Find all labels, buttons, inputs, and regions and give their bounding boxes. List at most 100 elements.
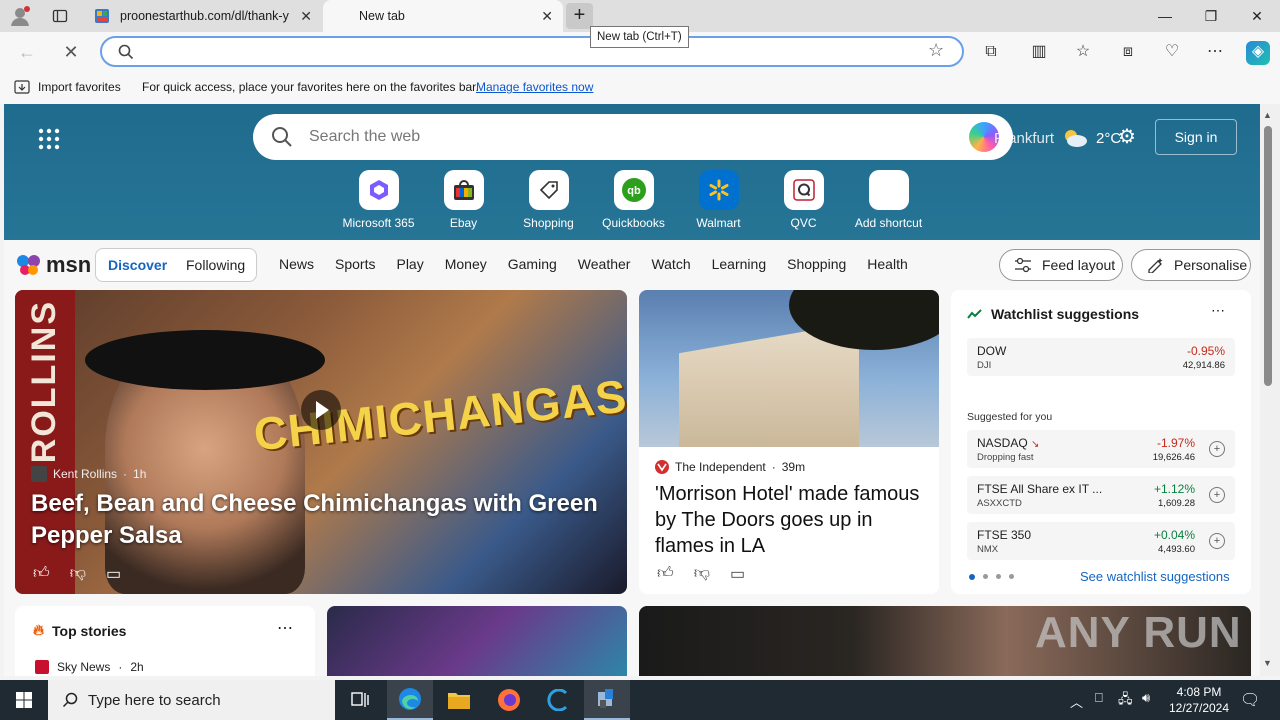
comment-icon[interactable]: ▭	[106, 564, 121, 584]
watchlist-row[interactable]: NASDAQ ↘ Dropping fast -1.97% 19,626.46 …	[967, 430, 1235, 468]
carousel-dot[interactable]	[983, 574, 988, 579]
shortcut-label: Walmart	[696, 216, 741, 230]
back-arrow-icon[interactable]: ←	[16, 41, 38, 63]
like-icon[interactable]: 👍︎	[657, 564, 674, 584]
file-explorer-icon[interactable]	[436, 680, 482, 720]
collections-icon[interactable]: ⧈	[1117, 41, 1139, 63]
taskbar-clock[interactable]: 4:08 PM 12/27/2024	[1164, 684, 1234, 716]
nav-news[interactable]: News	[279, 256, 314, 272]
tab-new-tab[interactable]: New tab ✕	[323, 0, 563, 32]
hero-headline[interactable]: Beef, Bean and Cheese Chimichangas with …	[31, 488, 611, 552]
discover-tab[interactable]: Discover	[108, 257, 167, 273]
import-favorites-button[interactable]: Import favorites	[14, 80, 121, 94]
shortcut-shopping[interactable]: Shopping	[506, 170, 591, 230]
favorite-star-icon[interactable]: ☆	[928, 40, 944, 61]
tab-actions-icon[interactable]	[52, 8, 68, 24]
edge-taskbar-icon[interactable]	[387, 680, 433, 720]
nav-money[interactable]: Money	[445, 256, 487, 272]
shortcut-quickbooks[interactable]: qb Quickbooks	[591, 170, 676, 230]
close-tab-icon[interactable]: ✕	[300, 8, 312, 25]
apps-launcher-icon[interactable]	[38, 128, 60, 150]
see-watchlist-link[interactable]: See watchlist suggestions	[1080, 569, 1230, 584]
more-options-icon[interactable]: ⋯	[277, 618, 293, 638]
installer-taskbar-icon[interactable]	[584, 680, 630, 720]
weather-widget[interactable]: Frankfurt 2°C	[994, 128, 1121, 148]
dislike-icon[interactable]: 👎︎	[694, 564, 710, 584]
carousel-dot[interactable]	[996, 574, 1001, 579]
top-stories-card: 🔥︎ Top stories ⋯ Sky News · 2h	[15, 606, 315, 676]
network-icon[interactable]: 🖧︎	[1118, 690, 1133, 720]
shortcut-ebay[interactable]: Ebay	[421, 170, 506, 230]
story-headline[interactable]: 'Morrison Hotel' made famous by The Door…	[655, 481, 925, 559]
watchlist-row[interactable]: DOW DJI -0.95% 42,914.86	[967, 338, 1235, 376]
copilot-icon[interactable]: ◈	[1246, 41, 1270, 65]
carousel-dot[interactable]	[1009, 574, 1014, 579]
nav-play[interactable]: Play	[396, 256, 423, 272]
device-icon[interactable]: ⎕	[1095, 690, 1103, 720]
shortcut-walmart[interactable]: Walmart	[676, 170, 761, 230]
story-card[interactable]: The Independent · 39m 'Morrison Hotel' m…	[639, 290, 939, 594]
nav-gaming[interactable]: Gaming	[508, 256, 557, 272]
watchlist-row[interactable]: FTSE 350 NMX +0.04% 4,493.60 +	[967, 522, 1235, 560]
nav-sports[interactable]: Sports	[335, 256, 375, 272]
new-tab-button[interactable]: +	[566, 3, 593, 29]
add-to-watchlist-icon[interactable]: +	[1209, 533, 1225, 549]
close-tab-icon[interactable]: ✕	[541, 8, 553, 25]
shortcut-qvc[interactable]: QVC	[761, 170, 846, 230]
volume-icon[interactable]: 🔊︎	[1142, 690, 1150, 720]
show-hidden-icons-icon[interactable]: ︿	[1070, 692, 1083, 720]
following-tab[interactable]: Following	[186, 257, 245, 273]
browser-essentials-icon[interactable]: ♡	[1161, 41, 1183, 63]
minimize-icon[interactable]: —	[1142, 0, 1188, 32]
comment-icon[interactable]: ▭	[730, 564, 745, 584]
hero-story-card[interactable]: ROLLINS CHIMICHANGAS Kent Rollins · 1h B…	[15, 290, 627, 594]
nav-shopping[interactable]: Shopping	[787, 256, 846, 272]
profile-avatar-icon[interactable]	[10, 6, 32, 26]
add-shortcut-button[interactable]: + Add shortcut	[846, 170, 931, 230]
more-options-icon[interactable]: ⋯	[1211, 302, 1225, 319]
app-taskbar-icon[interactable]	[535, 680, 581, 720]
task-view-icon[interactable]	[337, 680, 383, 720]
page-scrollbar[interactable]: ▲ ▼	[1260, 104, 1280, 676]
nav-weather[interactable]: Weather	[578, 256, 631, 272]
page-settings-gear-icon[interactable]: ⚙	[1116, 126, 1138, 148]
favorites-bar-message: For quick access, place your favorites h…	[142, 80, 479, 94]
dislike-icon[interactable]: 👎︎	[70, 564, 86, 584]
personalise-button[interactable]: Personalise	[1131, 249, 1251, 281]
scroll-up-icon[interactable]: ▲	[1263, 110, 1272, 120]
play-video-icon[interactable]	[301, 390, 341, 430]
msn-logo[interactable]: msn	[16, 252, 91, 278]
address-bar[interactable]: ☆	[100, 36, 964, 67]
taskbar-search[interactable]: Type here to search	[48, 680, 335, 720]
add-to-watchlist-icon[interactable]: +	[1209, 487, 1225, 503]
split-screen-icon[interactable]: ▥	[1028, 41, 1050, 63]
watchlist-row[interactable]: FTSE All Share ex IT ... ASXXCTD +1.12% …	[967, 476, 1235, 514]
carousel-dot[interactable]	[969, 574, 975, 580]
notifications-icon[interactable]: 🗨︎	[1240, 690, 1260, 720]
web-search-box[interactable]: Search the web	[253, 114, 1013, 160]
firefox-icon[interactable]	[486, 680, 532, 720]
settings-more-icon[interactable]: ⋯	[1204, 41, 1226, 63]
carousel-dots[interactable]	[969, 574, 1014, 580]
restore-icon[interactable]: ❐	[1188, 0, 1234, 32]
stop-loading-icon[interactable]: ✕	[60, 41, 82, 63]
close-window-icon[interactable]: ✕	[1234, 0, 1280, 32]
nav-health[interactable]: Health	[867, 256, 907, 272]
scroll-down-icon[interactable]: ▼	[1263, 658, 1272, 668]
feed-layout-button[interactable]: Feed layout	[999, 249, 1123, 281]
scrollbar-thumb[interactable]	[1264, 126, 1272, 386]
separator-dot: ·	[123, 467, 128, 481]
tab-proonestarthub[interactable]: proonestarthub.com/dl/thank-y ✕	[84, 0, 322, 32]
nav-learning[interactable]: Learning	[712, 256, 767, 272]
nav-watch[interactable]: Watch	[651, 256, 690, 272]
address-input[interactable]	[142, 42, 902, 62]
story-image-bull[interactable]	[327, 606, 627, 676]
windows-start-icon[interactable]	[0, 680, 48, 720]
extensions-icon[interactable]: ⧉	[980, 41, 1002, 63]
sign-in-button[interactable]: Sign in	[1155, 119, 1237, 155]
manage-favorites-link[interactable]: Manage favorites now	[476, 80, 593, 94]
like-icon[interactable]: 👍︎	[33, 564, 50, 584]
favorites-icon[interactable]: ☆	[1072, 41, 1094, 63]
shortcut-microsoft-365[interactable]: Microsoft 365	[336, 170, 421, 230]
add-to-watchlist-icon[interactable]: +	[1209, 441, 1225, 457]
